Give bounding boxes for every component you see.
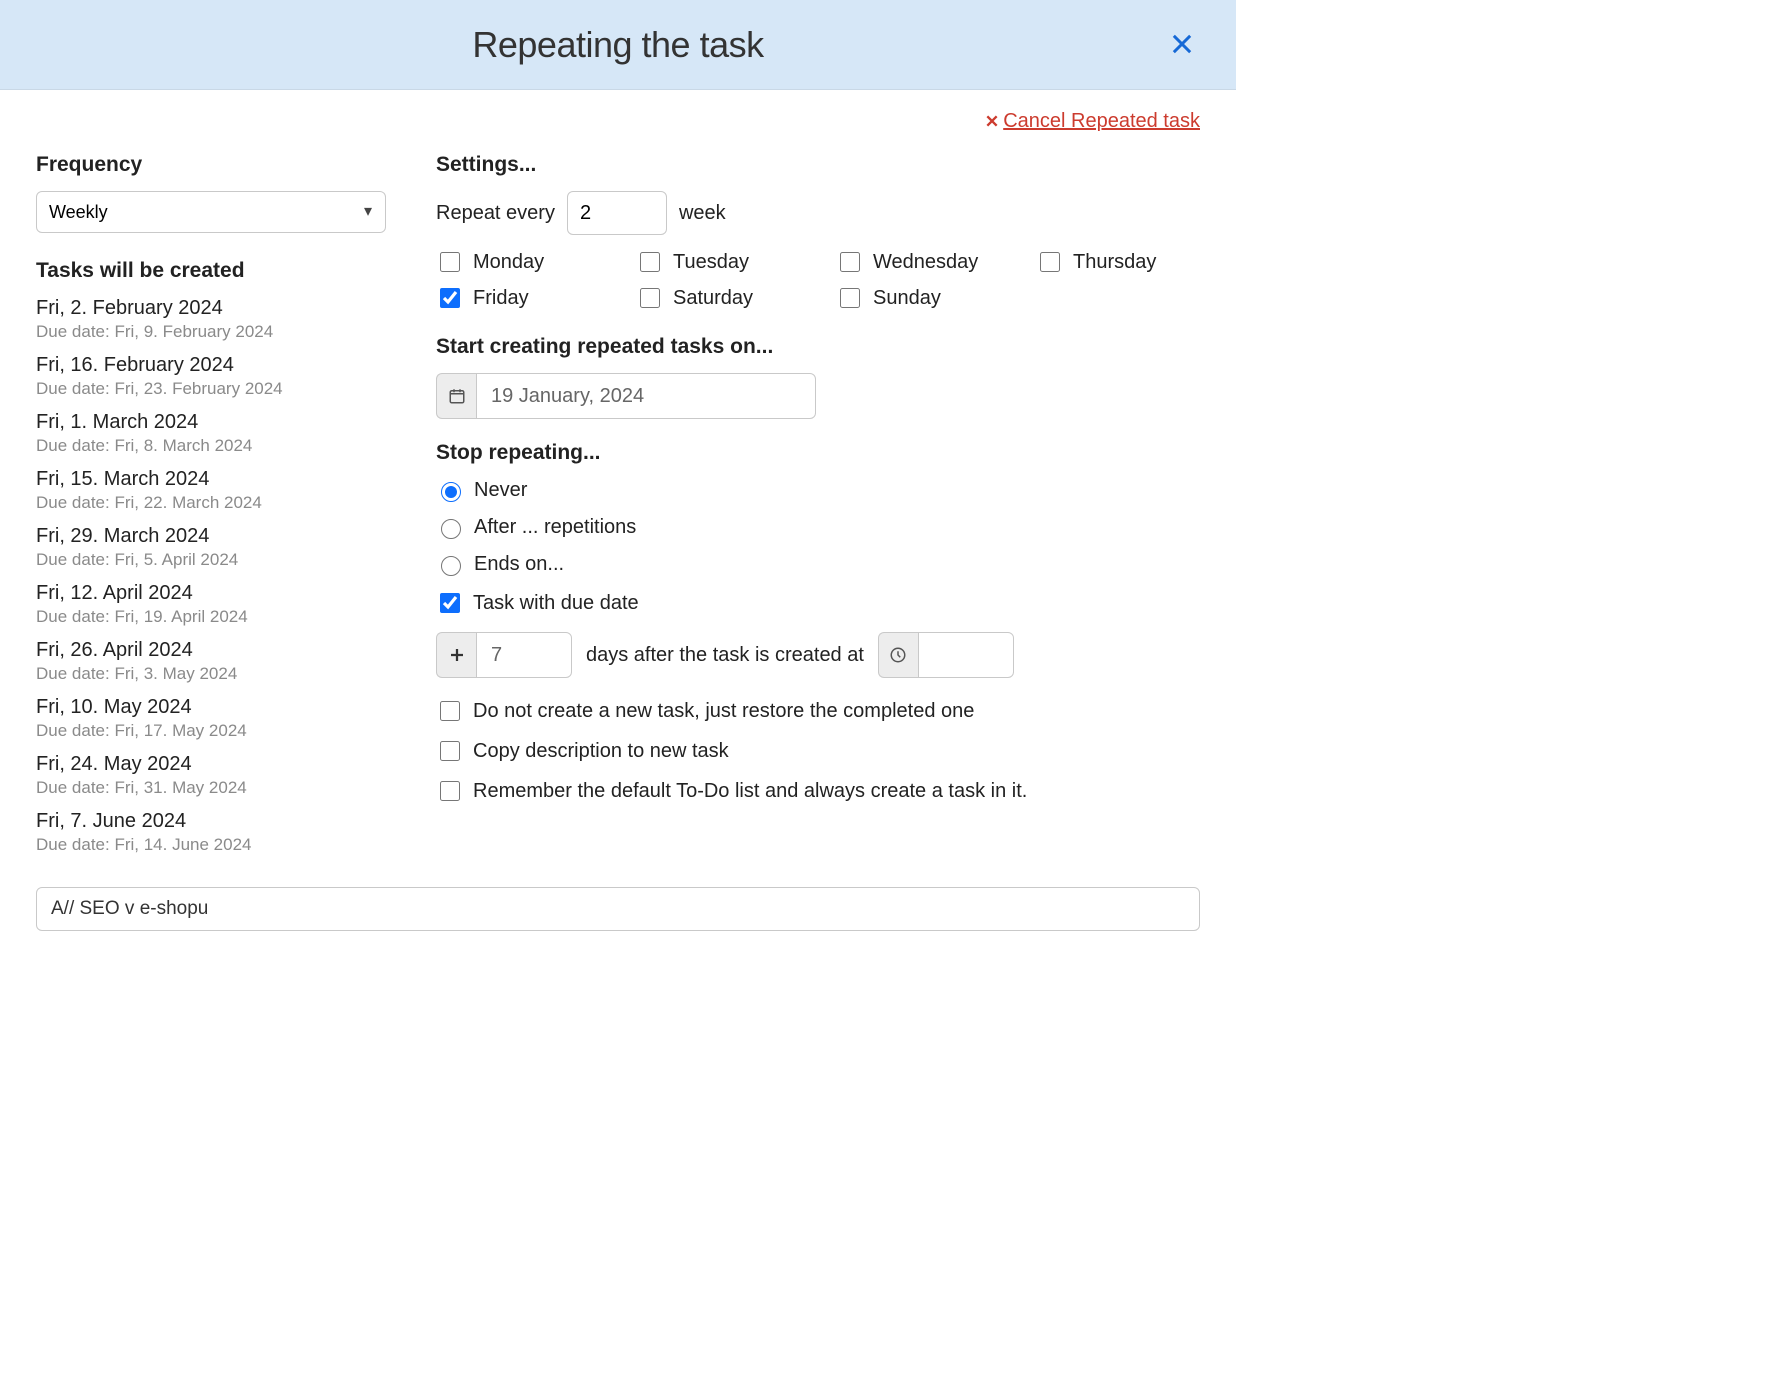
due-days-input[interactable]: [476, 632, 572, 678]
stop-never-radio[interactable]: [441, 482, 461, 502]
task-preview-item: Fri, 2. February 2024Due date: Fri, 9. F…: [36, 297, 386, 342]
task-due: Due date: Fri, 3. May 2024: [36, 664, 386, 684]
preview-heading: Tasks will be created: [36, 259, 386, 283]
cancel-repeated-link[interactable]: Cancel Repeated task: [985, 110, 1200, 132]
task-due: Due date: Fri, 23. February 2024: [36, 379, 386, 399]
cancel-repeated-label: Cancel Repeated task: [1003, 110, 1200, 132]
task-preview-item: Fri, 10. May 2024Due date: Fri, 17. May …: [36, 696, 386, 741]
task-date: Fri, 26. April 2024: [36, 639, 386, 662]
option-label: Remember the default To-Do list and alwa…: [473, 780, 1027, 803]
frequency-select[interactable]: Weekly: [36, 191, 386, 233]
task-date: Fri, 24. May 2024: [36, 753, 386, 776]
task-preview-item: Fri, 26. April 2024Due date: Fri, 3. May…: [36, 639, 386, 684]
start-date-input[interactable]: [476, 373, 816, 419]
settings-heading: Settings...: [436, 153, 1200, 177]
weekday-label: Tuesday: [673, 251, 749, 274]
task-due: Due date: Fri, 17. May 2024: [36, 721, 386, 741]
option-row[interactable]: Do not create a new task, just restore t…: [436, 698, 1200, 724]
weekday-checkbox[interactable]: [440, 252, 460, 272]
weekday-label: Sunday: [873, 287, 941, 310]
weekday-checkbox[interactable]: [640, 288, 660, 308]
repeat-every-label: Repeat every: [436, 202, 555, 225]
weekday-option[interactable]: Tuesday: [636, 249, 836, 275]
weekday-option[interactable]: Wednesday: [836, 249, 1036, 275]
weekday-checkbox[interactable]: [1040, 252, 1060, 272]
weekday-grid: Monday Tuesday Wednesday Thursday Friday Satu…: [436, 249, 1200, 311]
dialog-header: Repeating the task: [0, 0, 1236, 90]
close-button[interactable]: [1168, 30, 1196, 58]
frequency-heading: Frequency: [36, 153, 386, 177]
weekday-label: Wednesday: [873, 251, 978, 274]
weekday-option[interactable]: Sunday: [836, 285, 1036, 311]
weekday-label: Friday: [473, 287, 529, 310]
task-due: Due date: Fri, 22. March 2024: [36, 493, 386, 513]
weekday-label: Thursday: [1073, 251, 1156, 274]
due-date-label: Task with due date: [473, 592, 639, 615]
stop-endson-label: Ends on...: [474, 553, 564, 576]
due-time-input[interactable]: [918, 632, 1014, 678]
repeat-every-input[interactable]: [567, 191, 667, 235]
repeat-every-unit: week: [679, 202, 726, 225]
stop-after-radio[interactable]: [441, 519, 461, 539]
task-date: Fri, 1. March 2024: [36, 411, 386, 434]
task-due: Due date: Fri, 19. April 2024: [36, 607, 386, 627]
task-due: Due date: Fri, 31. May 2024: [36, 778, 386, 798]
weekday-checkbox[interactable]: [840, 252, 860, 272]
task-due: Due date: Fri, 14. June 2024: [36, 835, 386, 855]
task-preview-item: Fri, 1. March 2024Due date: Fri, 8. Marc…: [36, 411, 386, 456]
task-date: Fri, 7. June 2024: [36, 810, 386, 833]
due-days-suffix: days after the task is created at: [586, 644, 864, 667]
task-due: Due date: Fri, 5. April 2024: [36, 550, 386, 570]
weekday-option[interactable]: Thursday: [1036, 249, 1196, 275]
task-preview-list: Fri, 2. February 2024Due date: Fri, 9. F…: [36, 297, 386, 855]
option-row[interactable]: Copy description to new task: [436, 738, 1200, 764]
task-date: Fri, 10. May 2024: [36, 696, 386, 719]
task-due: Due date: Fri, 9. February 2024: [36, 322, 386, 342]
x-icon: [985, 114, 999, 128]
task-date: Fri, 15. March 2024: [36, 468, 386, 491]
weekday-checkbox[interactable]: [440, 288, 460, 308]
task-due: Due date: Fri, 8. March 2024: [36, 436, 386, 456]
task-date: Fri, 29. March 2024: [36, 525, 386, 548]
stop-after-label: After ... repetitions: [474, 516, 636, 539]
task-date: Fri, 16. February 2024: [36, 354, 386, 377]
task-preview-item: Fri, 15. March 2024Due date: Fri, 22. Ma…: [36, 468, 386, 513]
plus-icon: [436, 632, 476, 678]
option-label: Copy description to new task: [473, 740, 729, 763]
weekday-label: Saturday: [673, 287, 753, 310]
stop-never-label: Never: [474, 479, 527, 502]
calendar-icon: [436, 373, 476, 419]
task-preview-item: Fri, 24. May 2024Due date: Fri, 31. May …: [36, 753, 386, 798]
clock-icon: [878, 632, 918, 678]
task-preview-item: Fri, 12. April 2024Due date: Fri, 19. Ap…: [36, 582, 386, 627]
option-row[interactable]: Remember the default To-Do list and alwa…: [436, 778, 1200, 804]
bottom-text-input[interactable]: [36, 887, 1200, 931]
task-preview-item: Fri, 29. March 2024Due date: Fri, 5. Apr…: [36, 525, 386, 570]
option-checkbox[interactable]: [440, 741, 460, 761]
weekday-checkbox[interactable]: [840, 288, 860, 308]
task-date: Fri, 2. February 2024: [36, 297, 386, 320]
task-date: Fri, 12. April 2024: [36, 582, 386, 605]
weekday-option[interactable]: Friday: [436, 285, 636, 311]
start-heading: Start creating repeated tasks on...: [436, 335, 1200, 359]
weekday-label: Monday: [473, 251, 544, 274]
dialog-title: Repeating the task: [0, 24, 1236, 66]
stop-endson-radio[interactable]: [441, 556, 461, 576]
options-list: Do not create a new task, just restore t…: [436, 698, 1200, 804]
due-date-checkbox[interactable]: [440, 593, 460, 613]
weekday-option[interactable]: Monday: [436, 249, 636, 275]
task-preview-item: Fri, 7. June 2024Due date: Fri, 14. June…: [36, 810, 386, 855]
stop-heading: Stop repeating...: [436, 441, 1200, 465]
option-label: Do not create a new task, just restore t…: [473, 700, 974, 723]
weekday-checkbox[interactable]: [640, 252, 660, 272]
task-preview-item: Fri, 16. February 2024Due date: Fri, 23.…: [36, 354, 386, 399]
option-checkbox[interactable]: [440, 781, 460, 801]
option-checkbox[interactable]: [440, 701, 460, 721]
weekday-option[interactable]: Saturday: [636, 285, 836, 311]
close-icon: [1168, 30, 1196, 58]
